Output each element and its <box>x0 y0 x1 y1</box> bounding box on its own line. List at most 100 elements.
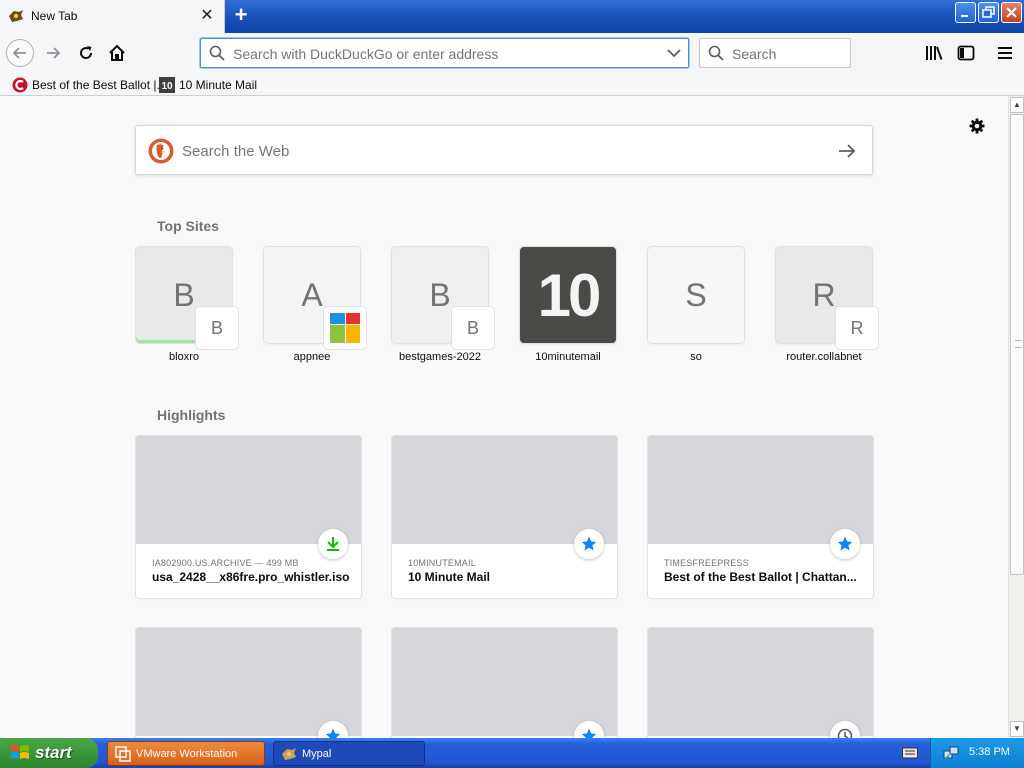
top-site-appnee[interactable]: A appnee <box>264 247 366 363</box>
arrow-left-icon <box>12 47 26 59</box>
tab-new-tab[interactable]: New Tab ✕ <box>0 0 225 33</box>
site-icon-badge: B <box>196 307 238 349</box>
scrollbar-grip <box>1015 340 1021 348</box>
highlight-card[interactable]: TIMESFREEPRESS Best of the Best Ballot |… <box>648 436 873 598</box>
top-site-router-collabnet[interactable]: R R router.collabnet <box>776 247 878 363</box>
highlight-card[interactable] <box>136 628 361 738</box>
web-search-input[interactable] <box>182 142 802 160</box>
card-badge <box>830 529 860 559</box>
vertical-scrollbar[interactable]: ▲ ▼ <box>1008 96 1024 738</box>
url-bar[interactable] <box>200 38 689 68</box>
bookmark-label: Best of the Best Ballot |... <box>32 77 167 92</box>
highlights-heading: Highlights <box>157 407 226 423</box>
card-source: IA802900.US.ARCHIVE — 499 MB <box>152 558 299 568</box>
star-icon <box>581 728 597 738</box>
tab-title: New Tab <box>31 9 78 23</box>
back-button[interactable] <box>6 39 34 67</box>
taskbar-item-label: Mypal <box>302 747 332 760</box>
home-button[interactable] <box>103 39 131 67</box>
site-letter: S <box>685 276 707 313</box>
network-icon[interactable] <box>943 745 959 761</box>
card-badge <box>574 529 604 559</box>
url-input[interactable] <box>233 45 653 62</box>
mypal-icon <box>9 10 23 22</box>
taskbar: start VMware Workstation Mypal 5:38 PM <box>0 738 1024 768</box>
mypal-icon <box>282 747 296 760</box>
start-button[interactable]: start <box>0 738 98 768</box>
site-tile: B B <box>136 247 238 349</box>
bookmark-best-of-the-best[interactable]: Best of the Best Ballot |... <box>12 76 167 93</box>
site-label: router.collabnet <box>786 351 862 363</box>
ten-icon: 10 <box>159 76 175 93</box>
start-label: start <box>35 743 72 762</box>
top-site-so[interactable]: S so <box>648 247 744 363</box>
cincinnati-c-icon <box>12 77 28 92</box>
taskbar-item-mypal[interactable]: Mypal <box>273 741 425 766</box>
card-source: TIMESFREEPRESS <box>664 558 749 568</box>
top-site-bloxro[interactable]: B B bloxro <box>136 247 238 363</box>
site-label: 10minutemail <box>535 351 601 363</box>
scrollbar-thumb[interactable] <box>1010 114 1024 575</box>
top-site-10minutemail[interactable]: 10 10minutemail <box>520 247 616 363</box>
site-icon-badge <box>324 307 366 349</box>
chevron-down-icon[interactable] <box>666 46 682 60</box>
forward-button[interactable] <box>39 39 67 67</box>
site-label: appnee <box>293 351 331 363</box>
reload-button[interactable] <box>72 39 100 67</box>
minimize-button[interactable] <box>955 2 976 23</box>
card-badge <box>318 529 348 559</box>
hamburger-menu-icon <box>998 47 1012 59</box>
search-bar-placeholder: Search <box>732 46 777 62</box>
search-icon <box>209 45 225 61</box>
site-tile: S <box>648 247 744 343</box>
keyboard-icon[interactable] <box>902 746 918 760</box>
reload-icon <box>80 46 93 59</box>
taskbar-item-vmware[interactable]: VMware Workstation <box>107 741 265 766</box>
search-icon <box>708 45 724 61</box>
new-tab-button[interactable]: + <box>228 4 254 28</box>
bookmark-10-minute-mail[interactable]: 10 10 Minute Mail <box>159 76 257 93</box>
scroll-down-arrow-icon[interactable]: ▼ <box>1010 721 1024 737</box>
nav-bar: Search <box>0 33 1024 73</box>
card-title: Best of the Best Ballot | Chattan... <box>664 570 857 584</box>
download-icon <box>327 537 339 551</box>
highlight-card[interactable]: IA802900.US.ARCHIVE — 499 MB usa_2428__x… <box>136 436 361 598</box>
site-icon-badge: R <box>836 307 878 349</box>
card-source: 10MINUTEMAIL <box>408 558 476 568</box>
restore-button[interactable] <box>978 2 999 23</box>
card-thumbnail <box>648 436 873 544</box>
windows-logo-icon <box>11 745 29 759</box>
top-site-bestgames-2022[interactable]: B B bestgames-2022 <box>392 247 494 363</box>
site-icon-badge: B <box>452 307 494 349</box>
scroll-up-arrow-icon[interactable]: ▲ <box>1010 97 1024 113</box>
card-thumbnail <box>392 628 617 736</box>
bookmark-label: 10 Minute Mail <box>179 77 258 92</box>
card-thumbnail <box>136 436 361 544</box>
search-bar[interactable]: Search <box>699 38 851 68</box>
arrow-right-icon <box>47 47 61 59</box>
highlight-card[interactable] <box>648 628 873 738</box>
star-icon <box>325 728 341 738</box>
star-icon <box>837 536 853 551</box>
system-tray: 5:38 PM <box>930 738 1024 768</box>
site-label: bloxro <box>169 351 199 363</box>
window-close-button[interactable] <box>1001 2 1022 23</box>
sidebar-button[interactable] <box>952 39 980 67</box>
highlight-card[interactable] <box>392 628 617 738</box>
star-icon <box>581 536 597 551</box>
highlight-card[interactable]: 10MINUTEMAIL 10 Minute Mail <box>392 436 617 598</box>
gear-icon[interactable] <box>967 116 987 136</box>
menu-button[interactable] <box>991 39 1019 67</box>
taskbar-item-label: VMware Workstation <box>136 747 238 760</box>
card-thumbnail <box>648 628 873 736</box>
vmware-icon <box>115 745 131 762</box>
web-search-box[interactable] <box>135 125 873 175</box>
duckduckgo-logo-icon <box>148 138 174 164</box>
library-button[interactable] <box>920 39 948 67</box>
card-thumbnail <box>392 436 617 544</box>
tab-close-icon[interactable]: ✕ <box>198 6 216 26</box>
arrow-right-icon[interactable] <box>836 140 858 162</box>
site-label: so <box>690 351 702 363</box>
tab-strip: New Tab ✕ + <box>0 0 1024 33</box>
clock-icon <box>837 728 853 738</box>
